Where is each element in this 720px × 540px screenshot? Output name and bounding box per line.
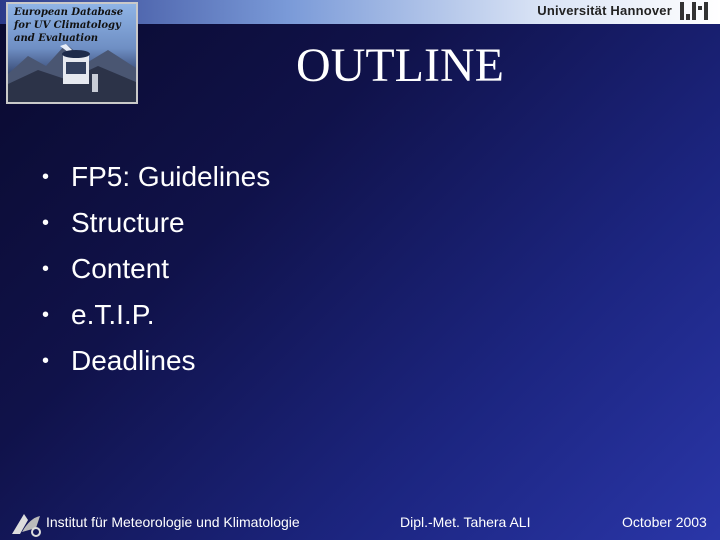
bullet-item: • Structure <box>42 207 185 238</box>
project-logo: European Database for UV Climatology and… <box>6 2 138 104</box>
bullet-text: Content <box>71 253 170 284</box>
bullet-text: e.T.I.P. <box>71 299 155 330</box>
bullet-text: Structure <box>71 207 185 238</box>
university-name: Universität Hannover <box>537 3 672 18</box>
footer-author: Dipl.-Met. Tahera ALI <box>400 514 531 530</box>
institute-logo-icon <box>12 514 41 537</box>
slide-title: OUTLINE <box>296 39 504 92</box>
bullet-text: Deadlines <box>71 345 196 376</box>
bullet-item: • e.T.I.P. <box>42 299 155 330</box>
university-logo-icon <box>680 2 708 20</box>
bullet-list: • FP5: Guidelines • Structure • Content • e.… <box>42 154 270 384</box>
bullet-item: • Content <box>42 253 170 284</box>
bullet-text: FP5: Guidelines <box>71 161 271 192</box>
footer-institute: Institut für Meteorologie und Klimatolog… <box>46 514 300 530</box>
footer-date: October 2003 <box>622 514 707 530</box>
logo-text: European Database for UV Climatology and… <box>14 7 124 44</box>
bullet-item: • FP5: Guidelines <box>42 161 271 192</box>
bullet-item: • Deadlines <box>42 345 196 376</box>
